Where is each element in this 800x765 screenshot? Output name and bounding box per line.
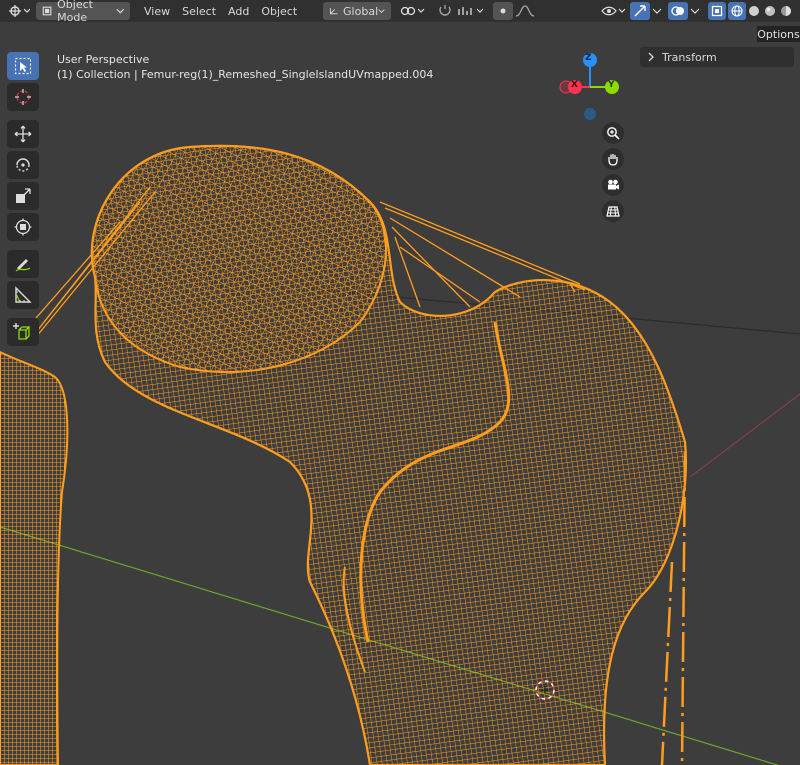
x-axis-line xyxy=(689,393,800,478)
falloff-curve-icon xyxy=(516,5,535,17)
transform-panel-label: Transform xyxy=(662,50,717,64)
add-cube-icon xyxy=(13,323,31,340)
transform-orientation-dropdown[interactable]: Global xyxy=(323,2,392,20)
chevron-down-icon xyxy=(116,8,124,14)
shading-solid-button[interactable] xyxy=(746,2,762,20)
camera-view-button[interactable] xyxy=(602,174,624,196)
perspective-label: User Perspective xyxy=(57,53,150,66)
xray-toggle[interactable] xyxy=(708,2,726,20)
solid-sphere-icon xyxy=(749,6,759,16)
object-mode-icon xyxy=(42,6,52,16)
ortho-toggle-button[interactable] xyxy=(602,200,624,222)
active-object-label: (1) Collection | Femur-reg(1)_Remeshed_S… xyxy=(57,68,434,81)
tool-move[interactable] xyxy=(7,120,39,148)
eye-icon xyxy=(601,6,626,16)
chevron-right-icon xyxy=(648,52,654,62)
proportional-editing-toggle[interactable] xyxy=(493,2,514,20)
editor-type-button[interactable] xyxy=(6,2,32,20)
menu-add[interactable]: Add xyxy=(222,2,255,20)
shading-rendered-button[interactable] xyxy=(778,2,794,20)
options-button[interactable]: Options xyxy=(757,26,800,42)
tool-measure[interactable] xyxy=(7,281,39,309)
visibility-dropdown[interactable] xyxy=(600,2,628,20)
gizmo-dropdown[interactable] xyxy=(650,2,664,20)
rotate-icon xyxy=(16,158,30,172)
tool-add-cube[interactable] xyxy=(7,318,39,346)
tool-annotate[interactable] xyxy=(7,250,39,278)
left-bone-mesh xyxy=(0,350,69,765)
tool-select-box[interactable] xyxy=(7,52,39,80)
rendered-sphere-icon xyxy=(781,6,791,16)
mode-dropdown[interactable]: Object Mode xyxy=(36,0,130,24)
shading-wireframe-button[interactable] xyxy=(728,2,746,20)
material-sphere-icon xyxy=(765,6,775,16)
hand-pan-icon xyxy=(608,154,618,166)
snap-target-dropdown[interactable] xyxy=(455,2,489,20)
femur-head-mesh xyxy=(90,144,387,373)
toolbar xyxy=(7,52,41,349)
grid-ortho-icon xyxy=(606,206,620,217)
tool-rotate[interactable] xyxy=(7,151,39,179)
mode-label: Object Mode xyxy=(57,0,93,24)
camera-icon xyxy=(608,179,619,190)
editor-type-icon xyxy=(9,5,30,17)
measure-icon xyxy=(15,286,32,303)
tool-transform[interactable] xyxy=(7,213,39,241)
chevron-down-icon xyxy=(690,8,700,14)
tool-cursor[interactable] xyxy=(7,83,39,111)
falloff-dropdown[interactable] xyxy=(513,2,537,20)
xray-icon xyxy=(711,5,723,17)
scale-icon xyxy=(16,188,31,203)
zoom-icon xyxy=(607,127,620,140)
gizmo-icon xyxy=(634,5,646,17)
zoom-button[interactable] xyxy=(602,122,624,144)
menu-object[interactable]: Object xyxy=(255,2,303,20)
snap-increment-icon xyxy=(458,7,484,15)
snap-toggle[interactable] xyxy=(435,2,455,20)
overlays-dropdown[interactable] xyxy=(688,2,702,20)
viewport-canvas xyxy=(0,53,800,765)
pivot-point-button[interactable] xyxy=(397,2,429,20)
overlays-toggle[interactable] xyxy=(668,2,688,20)
z-neg-axis-handle xyxy=(584,108,596,120)
pan-button[interactable] xyxy=(602,148,624,170)
annotate-icon xyxy=(15,259,31,272)
link-icon xyxy=(401,6,425,16)
snap-icon xyxy=(439,5,451,16)
viewport-info: User Perspective (1) Collection | Femur-… xyxy=(57,52,433,82)
chevron-down-icon xyxy=(652,8,662,14)
menu-view[interactable]: View xyxy=(138,2,176,20)
gizmo-toggle[interactable] xyxy=(630,2,650,20)
gizmo-x-label[interactable]: X xyxy=(571,80,578,90)
cursor-icon xyxy=(15,89,31,105)
wireframe-sphere-icon xyxy=(731,5,743,17)
overlays-icon xyxy=(671,6,684,16)
shading-material-button[interactable] xyxy=(762,2,778,20)
move-icon xyxy=(14,125,32,143)
proportional-icon xyxy=(500,8,506,14)
orientation-label: Global xyxy=(343,4,379,18)
tool-scale[interactable] xyxy=(7,182,39,210)
gizmo-y-label[interactable]: Y xyxy=(608,80,615,90)
orientation-icon xyxy=(330,8,338,15)
gizmo-z-label[interactable]: Z xyxy=(585,53,592,63)
select-box-icon xyxy=(14,57,32,75)
chevron-down-icon xyxy=(378,9,385,14)
transform-panel-header[interactable]: Transform xyxy=(640,47,794,67)
3d-viewport[interactable]: Z X Y User Perspective (1) Collection | … xyxy=(0,22,800,765)
menu-select[interactable]: Select xyxy=(176,2,222,20)
viewport-header: Object Mode View Select Add Object Globa… xyxy=(0,0,800,24)
transform-icon xyxy=(14,218,32,236)
